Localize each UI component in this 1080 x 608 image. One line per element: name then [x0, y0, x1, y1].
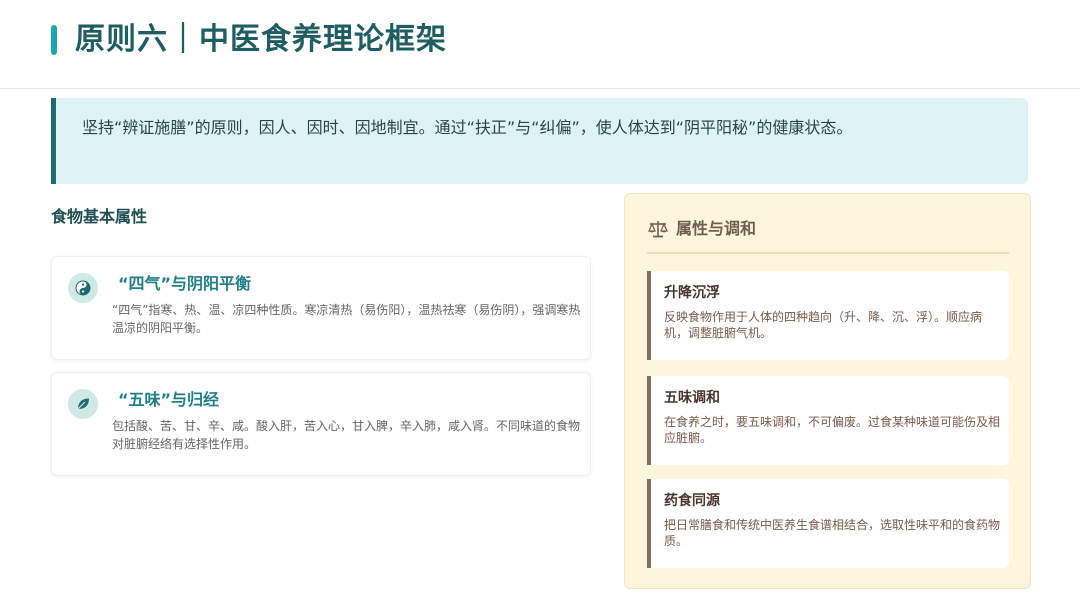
harmony-item-description: 在食养之时，要五味调和，不可偏废。过食某种味道可能伤及相应脏腑。: [664, 415, 1001, 445]
balance-scale-icon: [647, 218, 669, 240]
panel-header: 属性与调和: [647, 214, 1009, 254]
page-title: 原则六｜中医食养理论框架: [75, 22, 447, 57]
yin-yang-icon: [68, 273, 98, 303]
card-title: “五味”与归经: [118, 390, 220, 409]
harmony-item: 药食同源 把日常膳食和传统中医养生食谱相结合，选取性味平和的食药物质。: [647, 479, 1009, 568]
harmony-item-description: 反映食物作用于人体的四种趋向（升、降、沉、浮）。顺应病机，调整脏腑气机。: [664, 310, 983, 340]
harmony-item-description: 把日常膳食和传统中医养生食谱相结合，选取性味平和的食药物质。: [664, 518, 1001, 548]
harmony-panel: 属性与调和 升降沉浮 反映食物作用于人体的四种趋向（升、降、沉、浮）。顺应病机，…: [624, 193, 1031, 589]
section-title: 食物基本属性: [51, 207, 148, 226]
intro-text: 坚持“辨证施膳”的原则，因人、因时、因地制宜。通过“扶正”与“纠偏”，使人体达到…: [82, 118, 853, 137]
page-header: 原则六｜中医食养理论框架: [0, 0, 1080, 89]
harmony-item-title: 药食同源: [664, 493, 720, 509]
leaf-icon: [68, 389, 98, 419]
attribute-card-five-flavors: “五味”与归经 包括酸、苦、甘、辛、咸。酸入肝，苦入心，甘入脾，辛入肺，咸入肾。…: [51, 372, 591, 476]
card-description: 包括酸、苦、甘、辛、咸。酸入肝，苦入心，甘入脾，辛入肺，咸入肾。不同味道的食物对…: [112, 419, 581, 451]
harmony-item: 升降沉浮 反映食物作用于人体的四种趋向（升、降、沉、浮）。顺应病机，调整脏腑气机…: [647, 271, 1009, 360]
harmony-item: 五味调和 在食养之时，要五味调和，不可偏废。过食某种味道可能伤及相应脏腑。: [647, 376, 1009, 465]
intro-callout: 坚持“辨证施膳”的原则，因人、因时、因地制宜。通过“扶正”与“纠偏”，使人体达到…: [51, 98, 1028, 184]
card-title: “四气”与阴阳平衡: [118, 274, 252, 293]
harmony-item-title: 五味调和: [664, 390, 720, 406]
card-description: “四气”指寒、热、温、凉四种性质。寒凉清热（易伤阳），温热祛寒（易伤阴），强调寒…: [112, 303, 581, 335]
harmony-item-title: 升降沉浮: [664, 285, 720, 301]
title-accent-bar: [51, 25, 57, 55]
panel-title: 属性与调和: [676, 219, 757, 238]
attribute-card-four-qi: “四气”与阴阳平衡 “四气”指寒、热、温、凉四种性质。寒凉清热（易伤阳），温热祛…: [51, 256, 591, 360]
